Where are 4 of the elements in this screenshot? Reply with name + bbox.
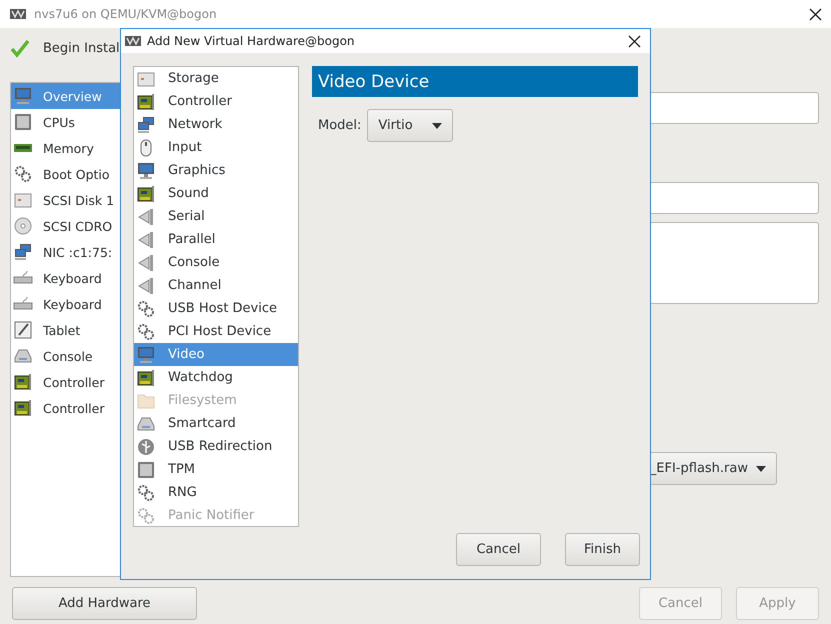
model-label: Model: bbox=[318, 118, 362, 133]
section-header: Video Device bbox=[312, 66, 638, 97]
window-title: nvs7u6 on QEMU/KVM@bogon bbox=[34, 7, 218, 21]
dialog-title: Add New Virtual Hardware@bogon bbox=[147, 34, 356, 48]
